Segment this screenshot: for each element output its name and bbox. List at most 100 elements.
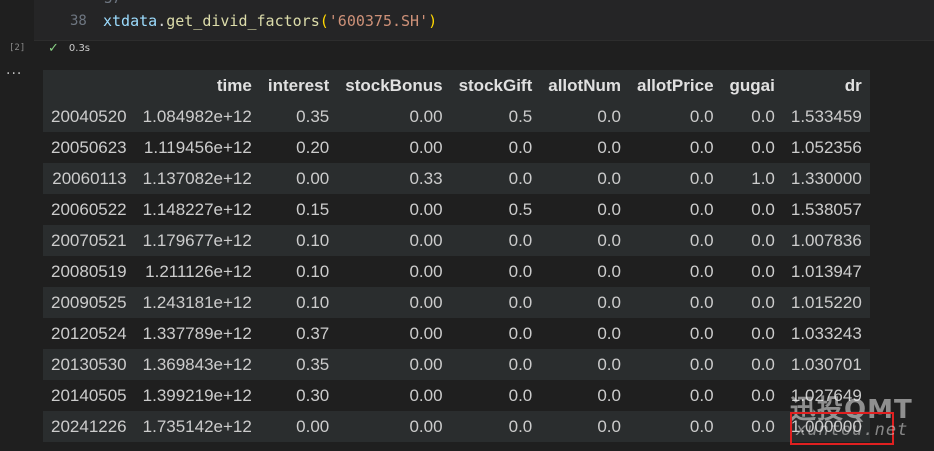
table-cell-interest: 0.15 — [259, 194, 338, 225]
table-row: 20241226 1.735142e+12 0.00 0.00 0.0 0.0 0.0 0.0… — [43, 411, 870, 442]
table-cell-gugai: 0.0 — [721, 380, 783, 411]
row-index: 20070521 — [43, 225, 135, 256]
table-cell-dr: 1.013947 — [782, 256, 870, 287]
table-cell-gugai: 0.0 — [721, 194, 783, 225]
table-cell-time: 1.735142e+12 — [134, 411, 260, 442]
table-cell-stockbonus: 0.00 — [337, 256, 451, 287]
table-cell-stockgift: 0.0 — [450, 411, 541, 442]
column-header-time: time — [134, 70, 260, 101]
column-header-dr: dr — [782, 70, 870, 101]
column-header-allotnum: allotNum — [540, 70, 629, 101]
table-cell-interest: 0.10 — [259, 256, 338, 287]
table-cell-time: 1.179677e+12 — [134, 225, 260, 256]
table-row: 20140505 1.399219e+12 0.30 0.00 0.0 0.0 0.0 0.0… — [43, 380, 870, 411]
table-cell-stockgift: 0.0 — [450, 349, 541, 380]
table-cell-time: 1.369843e+12 — [134, 349, 260, 380]
table-row: 20120524 1.337789e+12 0.37 0.00 0.0 0.0 0.0 0.0… — [43, 318, 870, 349]
row-index: 20241226 — [43, 411, 135, 442]
table-cell-dr: 1.007836 — [782, 225, 870, 256]
table-cell-stockgift: 0.0 — [450, 163, 541, 194]
table-cell-interest: 0.30 — [259, 380, 338, 411]
table-cell-dr: 1.030701 — [782, 349, 870, 380]
table-row: 20090525 1.243181e+12 0.10 0.00 0.0 0.0 0.0 0.0… — [43, 287, 870, 318]
column-header-allotprice: allotPrice — [628, 70, 722, 101]
table-cell-stockbonus: 0.00 — [337, 101, 451, 132]
table-cell-dr: 1.015220 — [782, 287, 870, 318]
table-cell-gugai: 0.0 — [721, 287, 783, 318]
table-cell-allotnum: 0.0 — [540, 411, 629, 442]
table-cell-dr: 1.052356 — [782, 132, 870, 163]
table-cell-stockgift: 0.0 — [450, 225, 541, 256]
table-cell-allotnum: 0.0 — [540, 349, 629, 380]
table-cell-time: 1.084982e+12 — [134, 101, 260, 132]
dataframe-output: time interest stockBonus stockGift allot… — [43, 70, 870, 442]
code-line[interactable]: xtdata.get_divid_factors('600375.SH') — [103, 12, 437, 30]
table-cell-stockbonus: 0.33 — [337, 163, 451, 194]
row-index: 20120524 — [43, 318, 135, 349]
table-cell-stockgift: 0.0 — [450, 287, 541, 318]
table-cell-gugai: 0.0 — [721, 411, 783, 442]
table-cell-interest: 0.00 — [259, 163, 338, 194]
table-row: 20040520 1.084982e+12 0.35 0.00 0.5 0.0 0.0 0.0… — [43, 101, 870, 132]
table-cell-allotprice: 0.0 — [628, 318, 722, 349]
table-cell-gugai: 0.0 — [721, 349, 783, 380]
row-index: 20140505 — [43, 380, 135, 411]
table-cell-allotnum: 0.0 — [540, 318, 629, 349]
table-cell-time: 1.211126e+12 — [134, 256, 260, 287]
row-index: 20130530 — [43, 349, 135, 380]
table-cell-time: 1.337789e+12 — [134, 318, 260, 349]
table-cell-allotprice: 0.0 — [628, 411, 722, 442]
table-cell-gugai: 0.0 — [721, 132, 783, 163]
table-cell-allotnum: 0.0 — [540, 163, 629, 194]
table-cell-stockbonus: 0.00 — [337, 287, 451, 318]
table-cell-allotnum: 0.0 — [540, 101, 629, 132]
table-cell-allotprice: 0.0 — [628, 194, 722, 225]
column-header-stockgift: stockGift — [450, 70, 541, 101]
table-cell-stockbonus: 0.00 — [337, 132, 451, 163]
row-index: 20080519 — [43, 256, 135, 287]
table-cell-stockgift: 0.5 — [450, 194, 541, 225]
table-cell-interest: 0.20 — [259, 132, 338, 163]
dataframe-table: time interest stockBonus stockGift allot… — [43, 70, 870, 442]
table-row: 20060522 1.148227e+12 0.15 0.00 0.5 0.0 0.0 0.0… — [43, 194, 870, 225]
table-cell-gugai: 0.0 — [721, 101, 783, 132]
column-header-interest: interest — [259, 70, 338, 101]
row-index: 20090525 — [43, 287, 135, 318]
output-more-icon[interactable]: ... — [6, 62, 22, 78]
table-cell-stockgift: 0.0 — [450, 380, 541, 411]
column-header-gugai: gugai — [721, 70, 783, 101]
table-row: 20130530 1.369843e+12 0.35 0.00 0.0 0.0 0.0 0.0… — [43, 349, 870, 380]
table-cell-stockbonus: 0.00 — [337, 318, 451, 349]
table-cell-allotprice: 0.0 — [628, 225, 722, 256]
table-cell-interest: 0.00 — [259, 411, 338, 442]
execution-time: 0.3s — [68, 42, 91, 54]
table-cell-stockbonus: 0.00 — [337, 194, 451, 225]
table-cell-allotprice: 0.0 — [628, 163, 722, 194]
row-index: 20060113 — [43, 163, 135, 194]
table-cell-stockbonus: 0.00 — [337, 411, 451, 442]
table-cell-dr: 1.538057 — [782, 194, 870, 225]
table-cell-time: 1.243181e+12 — [134, 287, 260, 318]
code-dot: . — [157, 12, 167, 30]
table-cell-allotprice: 0.0 — [628, 101, 722, 132]
line-number: 38 — [70, 13, 87, 29]
table-cell-allotprice: 0.0 — [628, 287, 722, 318]
table-cell-allotnum: 0.0 — [540, 287, 629, 318]
table-cell-interest: 0.37 — [259, 318, 338, 349]
table-cell-allotnum: 0.0 — [540, 194, 629, 225]
table-cell-stockbonus: 0.00 — [337, 349, 451, 380]
table-cell-dr: 1.033243 — [782, 318, 870, 349]
code-argument: '600375.SH' — [328, 12, 429, 30]
table-cell-gugai: 0.0 — [721, 318, 783, 349]
table-header-row: time interest stockBonus stockGift allot… — [43, 70, 870, 101]
table-cell-gugai: 1.0 — [721, 163, 783, 194]
table-cell-gugai: 0.0 — [721, 256, 783, 287]
table-cell-interest: 0.10 — [259, 287, 338, 318]
table-cell-stockbonus: 0.00 — [337, 225, 451, 256]
table-cell-allotprice: 0.0 — [628, 256, 722, 287]
execution-status: ✓ 0.3s — [48, 40, 90, 56]
table-cell-allotnum: 0.0 — [540, 225, 629, 256]
row-index: 20060522 — [43, 194, 135, 225]
table-cell-dr: 1.027649 — [782, 380, 870, 411]
execution-count: [2] — [9, 43, 26, 53]
